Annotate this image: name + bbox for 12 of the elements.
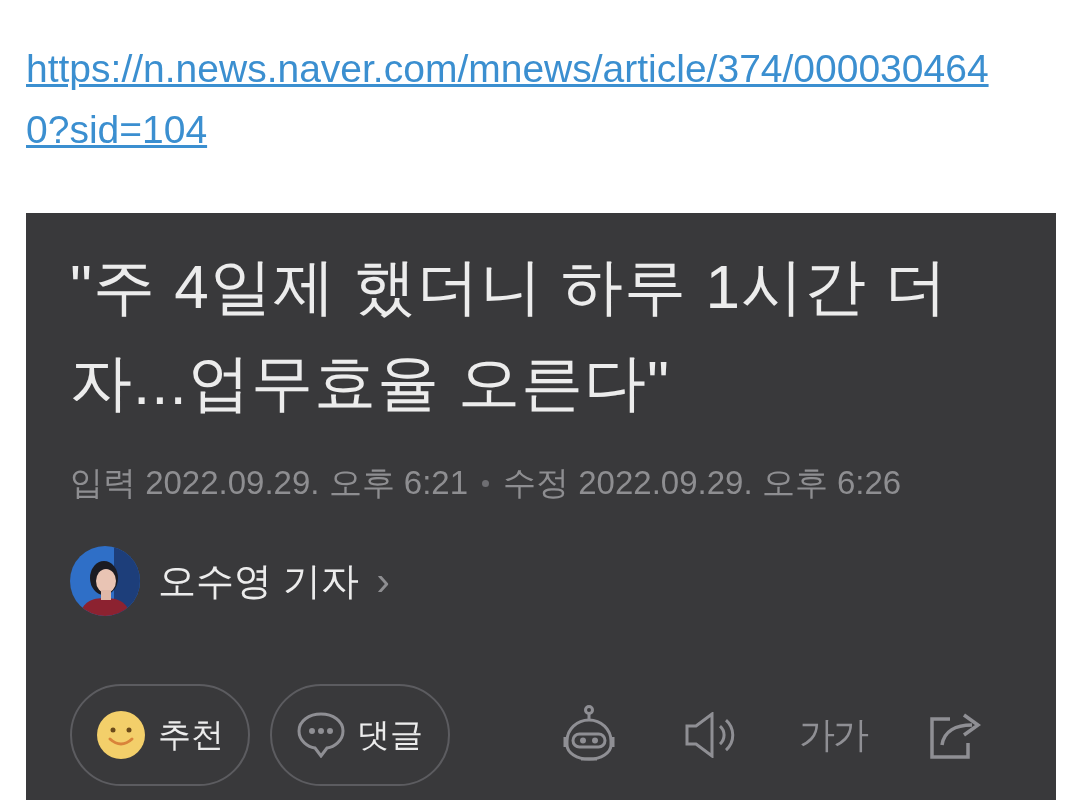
smiley-icon	[96, 710, 146, 760]
article-title: "주 4일제 했더니 하루 1시간 더 자...업무효율 오른다"	[70, 251, 950, 419]
author-name[interactable]: 오수영 기자	[158, 555, 359, 607]
modified-time: 수정 2022.09.29. 오후 6:26	[503, 463, 902, 503]
recommend-button[interactable]: 추천	[70, 684, 250, 786]
speech-bubble-icon	[297, 712, 345, 758]
separator-dot	[482, 480, 490, 487]
font-size-button[interactable]: 가가	[799, 710, 867, 760]
published-time: 입력 2022.09.29. 오후 6:21	[70, 463, 469, 503]
chevron-icon[interactable]: ›	[376, 558, 390, 604]
share-icon[interactable]	[928, 711, 982, 759]
comment-button[interactable]: 댓글	[270, 684, 450, 786]
